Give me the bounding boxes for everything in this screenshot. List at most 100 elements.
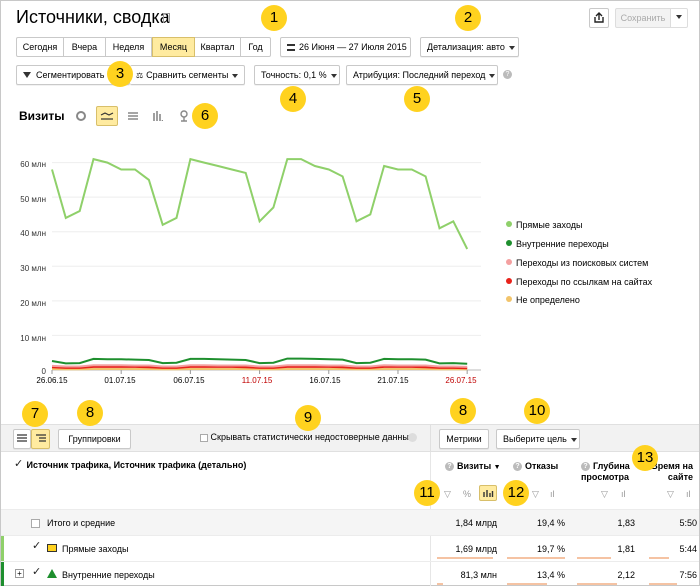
bounce-bar [507,583,547,585]
list-icon [17,434,27,442]
goal-select[interactable]: Выберите цель [496,429,580,449]
x-tick: 11.07.15 [241,376,273,385]
bounce-bar [507,557,565,559]
filter-icon[interactable]: ▽ [601,489,608,500]
filter-icon[interactable]: ▽ [532,489,539,500]
visits-line-chart [51,157,481,374]
tree-icon [35,434,46,442]
depth-bar [577,557,611,559]
legend-item-internal[interactable]: Внутренние переходы [506,239,609,249]
table-row[interactable]: + Внутренние переходы 81,3 млн 13,4 % 2,… [1,561,699,586]
x-tick: 16.07.15 [309,376,341,385]
row-label: Внутренние переходы [62,570,155,580]
marker-5: 5 [404,86,430,112]
row-label: Прямые заходы [62,544,129,554]
row-checkbox[interactable] [31,519,40,529]
help-icon[interactable]: ? [581,462,590,471]
row-checkbox[interactable] [32,565,42,579]
toolbar-divider [430,424,431,452]
marker-6: 6 [192,103,218,129]
x-tick: 06.07.15 [173,376,205,385]
visits-bar [437,557,493,559]
legend-item-links[interactable]: Переходы по ссылкам на сайтах [506,277,652,287]
dimension-header[interactable]: Источник трафика, Источник трафика (дета… [14,457,247,471]
bar-display-icon[interactable]: ıl [550,489,555,499]
x-tick: 26.06.15 [36,376,68,385]
select-all-checkbox[interactable] [14,457,24,471]
help-icon[interactable]: ? [513,462,522,471]
visits-bar [437,583,443,585]
hide-unreliable-checkbox[interactable] [200,433,208,442]
col-visits-label: Визиты [457,461,492,471]
series-line[interactable] [51,157,469,250]
marker-11: 11 [414,480,440,506]
series-line[interactable] [51,357,468,365]
marker-13: 13 [632,445,658,471]
list-view-button[interactable] [13,429,31,449]
percent-icon[interactable]: % [463,489,471,499]
legend-item-undefined[interactable]: Не определено [506,295,580,305]
groupings-button[interactable]: Группировки [58,429,131,449]
col-bounce-header[interactable]: ? Отказы [513,461,558,471]
col-time-label: Время на сайте [651,461,693,482]
x-tick: 01.07.15 [104,376,136,385]
row-label: Итого и средние [47,518,116,528]
goal-label: Выберите цель [503,434,567,444]
filter-icon[interactable]: ▽ [444,489,451,500]
row-color-marker [1,562,4,586]
depth-bar [577,583,617,585]
marker-8: 8 [77,400,103,426]
x-tick: 21.07.15 [377,376,409,385]
legend-label: Внутренние переходы [516,239,609,249]
time-bar [649,557,669,559]
legend-label: Переходы из поисковых систем [516,258,649,268]
chevron-down-icon [570,437,577,442]
cell-bounce: 19,4 % [536,518,565,528]
tree-view-button[interactable] [31,429,50,449]
cell-depth: 1,81 [617,544,635,554]
marker-10: 10 [524,398,550,424]
gear-icon[interactable] [408,433,417,442]
direct-icon [47,544,57,552]
marker-2: 2 [455,5,481,31]
legend-item-search[interactable]: Переходы из поисковых систем [506,258,648,268]
cell-visits: 1,84 млрд [455,518,497,528]
home-icon [47,569,57,578]
marker-12: 12 [503,480,529,506]
row-color-marker [1,536,4,561]
cell-bounce: 13,4 % [536,570,565,580]
col-visits-header[interactable]: ? Визиты ▼ [445,461,501,471]
hide-unreliable-label: Скрывать статистически недостоверные дан… [210,432,414,442]
legend-label: Прямые заходы [516,220,583,230]
metrics-button[interactable]: Метрики [439,429,489,449]
cell-time: 5:50 [679,518,697,528]
marker-4: 4 [280,86,306,112]
cell-visits: 1,69 млрд [455,544,497,554]
cell-depth: 1,83 [617,518,635,528]
legend-label: Не определено [516,295,580,305]
table-row-totals: Итого и средние 1,84 млрд 19,4 % 1,83 5:… [1,509,699,535]
filter-icon[interactable]: ▽ [667,489,674,500]
marker-7: 7 [22,401,48,427]
help-icon[interactable]: ? [445,462,454,471]
legend-item-direct[interactable]: Прямые заходы [506,220,582,230]
bar-display-icon[interactable]: ıl [686,489,691,499]
bar-display-icon[interactable]: ıl [621,489,626,499]
marker-1: 1 [261,5,287,31]
time-bar [649,583,677,585]
sort-desc-icon: ▼ [493,464,501,471]
hide-unreliable-toggle[interactable]: Скрывать статистически недостоверные дан… [200,432,414,442]
row-checkbox[interactable] [32,539,42,553]
bar-display-icon[interactable] [479,485,497,501]
cell-time: 7:56 [679,570,697,580]
cell-depth: 2,12 [617,570,635,580]
table-row[interactable]: Прямые заходы 1,69 млрд 19,7 % 1,81 5:44 [1,535,699,561]
col-depth-header[interactable]: ? Глубина просмотра [581,461,641,483]
cell-time: 5:44 [679,544,697,554]
legend-label: Переходы по ссылкам на сайтах [516,277,653,287]
expand-button[interactable]: + [15,569,24,578]
cell-visits: 81,3 млн [460,570,497,580]
dimension-header-label: Источник трафика, Источник трафика (дета… [26,460,247,470]
cell-bounce: 19,7 % [536,544,565,554]
marker-9: 9 [295,405,321,431]
